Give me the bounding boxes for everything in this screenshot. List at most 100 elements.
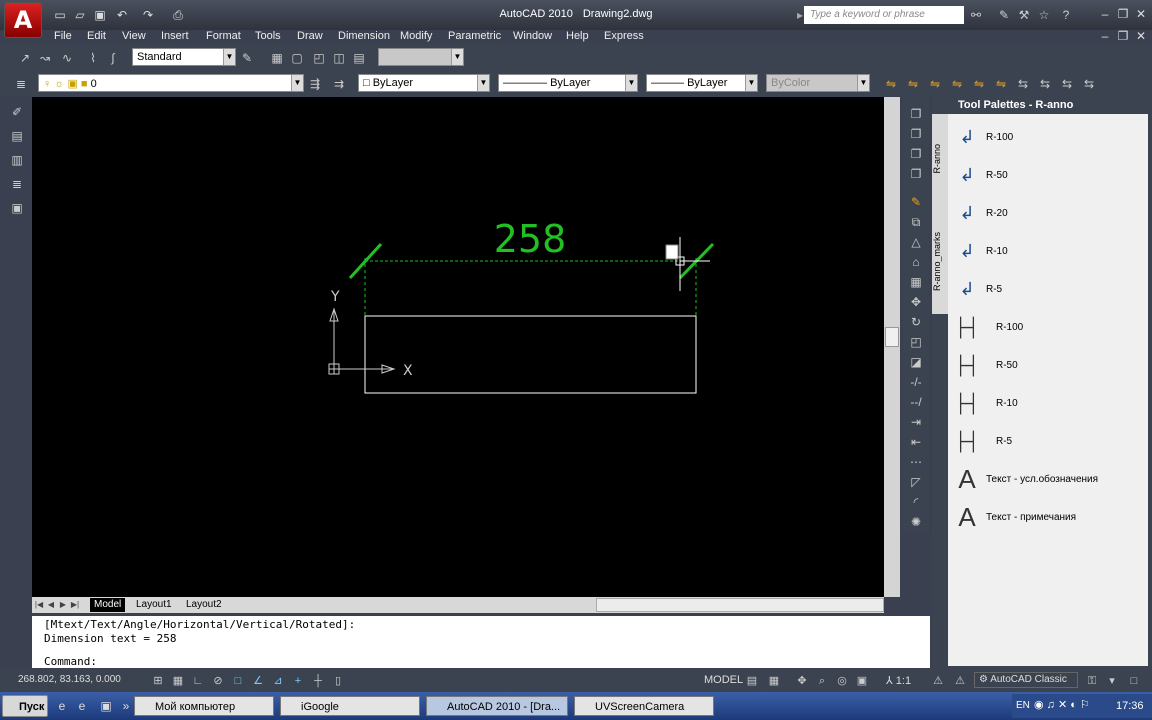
rectangle-shape[interactable] — [364, 315, 697, 394]
menu-draw[interactable]: Draw — [297, 30, 323, 42]
wipeout-icon[interactable]: ◫ — [330, 48, 348, 66]
annotation-visibility-icon[interactable]: ⚠ — [930, 672, 946, 688]
prev-tab-icon[interactable]: ◀ — [46, 599, 56, 611]
fillet-icon[interactable]: ◜ — [907, 492, 925, 510]
color-select[interactable]: □ ByLayer ▼ — [358, 74, 490, 92]
palette-item[interactable]: ├┤ R-5 — [948, 424, 1148, 458]
quick-view-layouts-icon[interactable]: ▤ — [744, 672, 760, 688]
ie-icon[interactable]: e — [54, 698, 70, 714]
dimension-text[interactable]: 258 — [494, 217, 567, 261]
lock-icon[interactable]: ⚿ — [1084, 672, 1100, 688]
doc-restore-button[interactable]: ❐ — [1114, 28, 1132, 44]
task-igoogle[interactable]: iGoogle — [280, 696, 420, 716]
explode-icon[interactable]: ✺ — [907, 512, 925, 530]
annotation-scale[interactable]: ⅄ 1:1 — [886, 674, 911, 687]
palette-item[interactable]: A Текст - усл.обозначения — [948, 462, 1148, 496]
linetype-select[interactable]: ———— ByLayer ▼ — [498, 74, 638, 92]
copy3-icon[interactable]: ❐ — [907, 144, 925, 162]
rotate-icon[interactable]: ↻ — [907, 312, 925, 330]
last-tab-icon[interactable]: ▶| — [70, 599, 80, 611]
menu-modify[interactable]: Modify — [400, 30, 432, 42]
workspace-switch[interactable]: ⚙ AutoCAD Classic — [974, 672, 1078, 688]
search-input[interactable]: Type a keyword or phrase — [804, 6, 964, 24]
copy-icon[interactable]: ❐ — [907, 104, 925, 122]
minimize-button[interactable]: – — [1096, 6, 1114, 22]
menu-format[interactable]: Format — [206, 30, 241, 42]
scroll-thumb[interactable] — [885, 327, 899, 347]
scale-icon[interactable]: ◰ — [907, 332, 925, 350]
layer-tool-5-icon[interactable]: ⇋ — [970, 74, 988, 92]
sheet-set-icon[interactable]: ≣ — [8, 174, 26, 192]
close-button[interactable]: ✕ — [1132, 6, 1150, 22]
offset-icon[interactable]: △ — [907, 232, 925, 250]
tab-layout1[interactable]: Layout1 — [132, 598, 176, 612]
revcloud-icon[interactable]: ▤ — [350, 48, 368, 66]
showmotion-icon[interactable]: ▣ — [854, 672, 870, 688]
menu-dimension[interactable]: Dimension — [338, 30, 390, 42]
snap-icon[interactable]: ⊞ — [150, 672, 166, 688]
ie2-icon[interactable]: e — [74, 698, 90, 714]
quicklaunch-more-icon[interactable]: » — [118, 698, 134, 714]
region-icon[interactable]: ◰ — [310, 48, 328, 66]
palette-item[interactable]: ↲ R-50 — [948, 158, 1148, 192]
doc-close-button[interactable]: ✕ — [1132, 28, 1150, 44]
restore-button[interactable]: ❐ — [1114, 6, 1132, 22]
polyline-icon[interactable]: ↗ — [16, 48, 34, 66]
coordinates-readout[interactable]: 268.802, 83.163, 0.000 — [18, 674, 121, 685]
palette-item[interactable]: ↲ R-10 — [948, 234, 1148, 268]
array-icon[interactable]: ⌂ — [907, 252, 925, 270]
next-tab-icon[interactable]: ▶ — [58, 599, 68, 611]
hardware-accel-icon[interactable]: ▾ — [1104, 672, 1120, 688]
palette-item[interactable]: ↲ R-20 — [948, 196, 1148, 230]
tray-icons[interactable]: ◉ ♫ ✕ ◐ ⚐ — [1034, 698, 1090, 711]
polar-icon[interactable]: ⊘ — [210, 672, 226, 688]
quick-view-drawings-icon[interactable]: ▦ — [766, 672, 782, 688]
ortho-icon[interactable]: ∟ — [190, 672, 206, 688]
layer-tool-10-icon[interactable]: ⇆ — [1080, 74, 1098, 92]
design-center-icon[interactable]: ▤ — [8, 126, 26, 144]
menu-view[interactable]: View — [122, 30, 146, 42]
zoom-icon[interactable]: ⌕ — [814, 672, 830, 688]
otrack-icon[interactable]: ∠ — [250, 672, 266, 688]
palette-tab-r-anno[interactable]: R-anno — [932, 144, 948, 174]
extend-icon[interactable]: --/ — [907, 392, 925, 410]
layer-select[interactable]: ♀ ☼ ▣ ■ 0 ▼ — [38, 74, 304, 92]
menu-tools[interactable]: Tools — [255, 30, 281, 42]
desktop-icon[interactable]: ▣ — [98, 698, 114, 714]
table-icon[interactable]: ▦ — [268, 48, 286, 66]
move-icon[interactable]: ✥ — [907, 292, 925, 310]
arc-icon[interactable]: ↝ — [36, 48, 54, 66]
drawing-canvas[interactable]: 258 Y X — [32, 97, 884, 597]
lineweight-icon[interactable]: ┼ — [310, 672, 326, 688]
dim-style-select[interactable]: ▼ — [378, 48, 464, 66]
task-autocad[interactable]: AutoCAD 2010 - [Dra... — [426, 696, 568, 716]
layer-previous-icon[interactable]: ⇶ — [306, 74, 324, 92]
join-icon[interactable]: ⇤ — [907, 432, 925, 450]
favorites-icon[interactable]: ☆ — [1036, 7, 1052, 23]
layer-tool-3-icon[interactable]: ⇋ — [926, 74, 944, 92]
menu-edit[interactable]: Edit — [87, 30, 106, 42]
pan-icon[interactable]: ✥ — [794, 672, 810, 688]
make-current-icon[interactable]: ⇉ — [330, 74, 348, 92]
menu-window[interactable]: Window — [513, 30, 552, 42]
command-prompt[interactable]: Command: — [44, 655, 97, 668]
layer-tool-6-icon[interactable]: ⇋ — [992, 74, 1010, 92]
dyn-icon[interactable]: + — [290, 672, 306, 688]
menu-parametric[interactable]: Parametric — [448, 30, 501, 42]
osnap-icon[interactable]: □ — [230, 672, 246, 688]
tab-layout2[interactable]: Layout2 — [182, 598, 226, 612]
menu-file[interactable]: File — [54, 30, 72, 42]
layer-tool-9-icon[interactable]: ⇆ — [1058, 74, 1076, 92]
subscription-icon[interactable]: ⚒ — [1016, 7, 1032, 23]
tab-model[interactable]: Model — [90, 598, 126, 612]
binoculars-icon[interactable]: ⚯ — [968, 7, 984, 23]
menu-insert[interactable]: Insert — [161, 30, 189, 42]
layer-tool-7-icon[interactable]: ⇆ — [1014, 74, 1032, 92]
palette-tab-r-anno-marks[interactable]: R-anno_marks — [932, 232, 948, 291]
trim-icon[interactable]: -/- — [907, 372, 925, 390]
markup-icon[interactable]: ▣ — [8, 198, 26, 216]
text-style-select[interactable]: Standard ▼ — [132, 48, 236, 66]
grid-icon[interactable]: ▦ — [170, 672, 186, 688]
steering-wheel-icon[interactable]: ◎ — [834, 672, 850, 688]
text-style-icon[interactable]: ✎ — [238, 48, 256, 66]
